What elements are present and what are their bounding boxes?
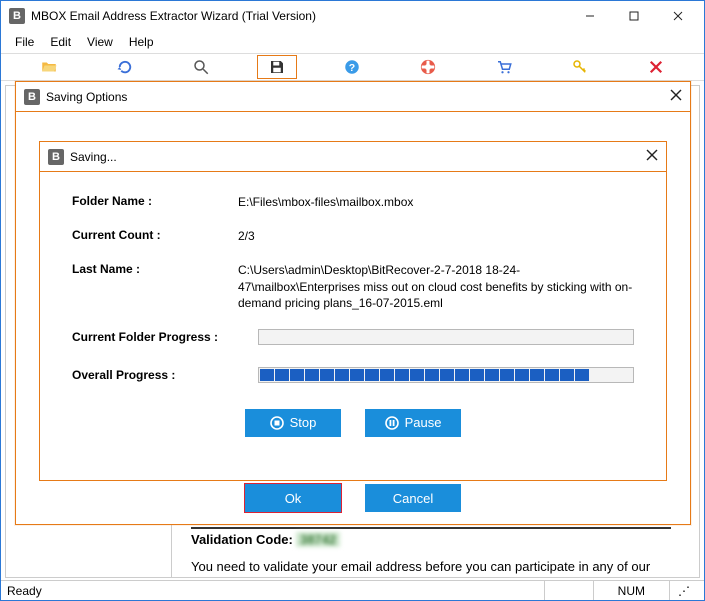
status-num: NUM: [593, 581, 669, 600]
overall-progress-label: Overall Progress :: [72, 368, 258, 382]
saving-progress-title: Saving...: [70, 150, 117, 164]
pause-button[interactable]: Pause: [365, 409, 461, 437]
cancel-button[interactable]: Cancel: [365, 484, 461, 512]
current-folder-progress-bar: [258, 329, 634, 345]
svg-text:?: ?: [349, 62, 355, 74]
pause-icon: [385, 416, 399, 430]
saving-progress-dialog: B Saving... Folder Name : E:\Files\mbox-…: [39, 141, 667, 481]
app-icon: B: [9, 8, 25, 24]
status-seg-grip: ⋰: [669, 581, 698, 600]
close-button[interactable]: [656, 2, 700, 30]
save-icon[interactable]: [257, 55, 297, 79]
validation-code: 38742: [296, 532, 340, 547]
status-seg-empty: [544, 581, 593, 600]
toolbar: ?: [1, 53, 704, 81]
lifesaver-icon[interactable]: [408, 55, 448, 79]
overall-progress-bar: [258, 367, 634, 383]
saving-progress-close-button[interactable]: [646, 148, 658, 166]
menu-help[interactable]: Help: [121, 33, 162, 51]
menubar: File Edit View Help: [1, 31, 704, 53]
exit-icon[interactable]: [636, 55, 676, 79]
current-folder-progress-label: Current Folder Progress :: [72, 330, 258, 344]
saving-options-close-button[interactable]: [670, 88, 682, 106]
saving-options-footer: Ok Cancel: [16, 484, 690, 512]
help-icon[interactable]: ?: [332, 55, 372, 79]
maximize-button[interactable]: [612, 2, 656, 30]
saving-progress-header: B Saving...: [40, 142, 666, 172]
minimize-button[interactable]: [568, 2, 612, 30]
stop-icon: [270, 416, 284, 430]
titlebar: B MBOX Email Address Extractor Wizard (T…: [1, 1, 704, 31]
last-name-label: Last Name :: [72, 262, 238, 311]
menu-file[interactable]: File: [7, 33, 42, 51]
dialog-icon: B: [24, 89, 40, 105]
statusbar: Ready NUM ⋰: [1, 580, 704, 600]
validation-label: Validation Code:: [191, 532, 293, 547]
search-icon[interactable]: [181, 55, 221, 79]
open-folder-icon[interactable]: [29, 55, 69, 79]
ok-button[interactable]: Ok: [245, 484, 341, 512]
menu-edit[interactable]: Edit: [42, 33, 79, 51]
folder-name-label: Folder Name :: [72, 194, 238, 210]
current-count-label: Current Count :: [72, 228, 238, 244]
validation-panel: Validation Code: 38742 You need to valid…: [191, 527, 671, 576]
last-name-value: C:\Users\admin\Desktop\BitRecover-2-7-20…: [238, 262, 634, 311]
cart-icon[interactable]: [484, 55, 524, 79]
refresh-icon[interactable]: [105, 55, 145, 79]
current-count-value: 2/3: [238, 228, 634, 244]
dialog-icon: B: [48, 149, 64, 165]
stop-button[interactable]: Stop: [245, 409, 341, 437]
status-ready: Ready: [7, 584, 42, 598]
key-icon[interactable]: [560, 55, 600, 79]
saving-options-header: B Saving Options: [16, 82, 690, 112]
validation-message: You need to validate your email address …: [191, 558, 671, 576]
menu-view[interactable]: View: [79, 33, 121, 51]
folder-name-value: E:\Files\mbox-files\mailbox.mbox: [238, 194, 634, 210]
window-title: MBOX Email Address Extractor Wizard (Tri…: [31, 9, 316, 23]
saving-options-title: Saving Options: [46, 90, 127, 104]
